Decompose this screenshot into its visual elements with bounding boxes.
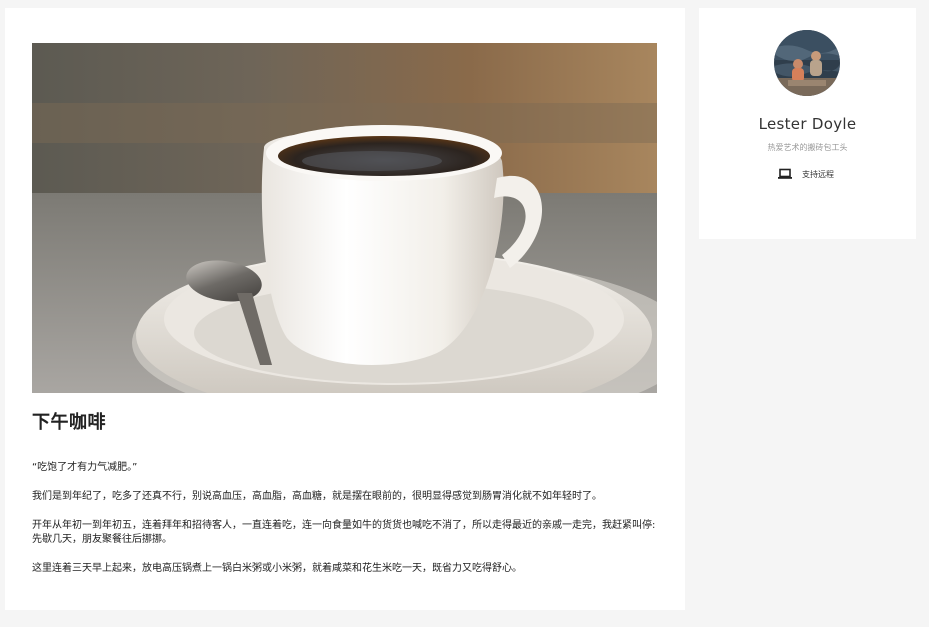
profile-status-text: 支持远程 (802, 169, 834, 179)
profile-status: 支持远程 (777, 167, 834, 181)
profile-bio: 热爱艺术的搬砖包工头 (767, 143, 848, 152)
avatar[interactable] (774, 30, 840, 96)
avatar-image (774, 30, 840, 96)
profile-name: Lester Doyle (758, 115, 857, 133)
post-hero-image (32, 43, 657, 393)
post-body: “吃饱了才有力气减肥。” 我们是到年纪了，吃多了还真不行，别说高血压，高血脂，高… (32, 461, 660, 591)
profile-card: Lester Doyle 热爱艺术的搬砖包工头 支持远程 (699, 8, 916, 239)
post-paragraph: 这里连着三天早上起来，放电高压锅煮上一锅白米粥或小米粥，就着咸菜和花生米吃一天，… (32, 563, 522, 574)
post-paragraph: 开年从年初一到年初五，连着拜年和招待客人，一直连着吃，连一向食量如牛的货货也喊吃… (32, 520, 656, 545)
post-card: 下午咖啡 “吃饱了才有力气减肥。” 我们是到年纪了，吃多了还真不行，别说高血压，… (5, 8, 685, 610)
post-title: 下午咖啡 (32, 412, 106, 433)
post-paragraph: “吃饱了才有力气减肥。” (32, 462, 138, 473)
post-paragraph: 我们是到年纪了，吃多了还真不行，别说高血压，高血脂，高血糖，就是摆在眼前的，很明… (32, 491, 602, 502)
coffee-cup-image (32, 43, 657, 393)
laptop-icon (777, 168, 793, 180)
